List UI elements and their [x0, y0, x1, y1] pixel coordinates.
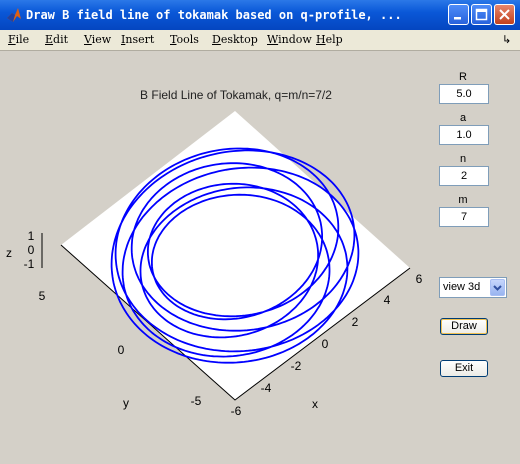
draw-button[interactable]: Draw [440, 318, 488, 335]
menu-insert[interactable]: Insert [121, 32, 154, 48]
view-select-value: view 3d [443, 281, 481, 293]
x-tick-label: 2 [352, 315, 359, 329]
plot-axes[interactable]: B Field Line of Tokamak, q=m/n=7/2 -6 -4… [0, 51, 430, 436]
r-label: R [459, 71, 467, 83]
m-input[interactable] [439, 207, 489, 227]
y-tick-label: -5 [191, 394, 202, 408]
menu-tools[interactable]: Tools [170, 32, 199, 48]
x-tick-label: -2 [291, 359, 302, 373]
menu-bar: File Edit View Insert Tools Desktop Wind… [0, 30, 520, 51]
exit-button[interactable]: Exit [440, 360, 488, 377]
x-tick-label: 6 [416, 272, 423, 286]
x-tick-label: -4 [261, 381, 272, 395]
menu-view[interactable]: View [84, 32, 111, 48]
window-title: Draw B field line of tokamak based on q-… [26, 8, 402, 22]
plot-title: B Field Line of Tokamak, q=m/n=7/2 [140, 88, 332, 102]
z-axis: 1 0 -1 z [6, 229, 35, 271]
matlab-icon [7, 8, 21, 22]
x-tick-label: 4 [384, 293, 391, 307]
close-button[interactable] [494, 4, 515, 25]
x-tick-label: -6 [231, 404, 242, 418]
x-tick-label: 0 [322, 337, 329, 351]
y-axis-label: y [123, 396, 129, 410]
r-input[interactable] [439, 84, 489, 104]
z-tick-label: -1 [24, 257, 35, 271]
title-bar[interactable]: Draw B field line of tokamak based on q-… [0, 0, 520, 30]
maximize-button[interactable] [471, 4, 492, 25]
n-label: n [459, 153, 467, 165]
view-select[interactable]: view 3d [439, 277, 507, 298]
z-axis-label: z [6, 246, 12, 260]
a-input[interactable] [439, 125, 489, 145]
minimize-button[interactable] [448, 4, 469, 25]
figure-window: Draw B field line of tokamak based on q-… [0, 0, 520, 464]
z-tick-label: 1 [28, 229, 35, 243]
z-tick-label: 0 [28, 243, 35, 257]
dock-arrow-icon[interactable]: ↳ [502, 33, 511, 46]
menu-file[interactable]: File [8, 32, 29, 48]
menu-help[interactable]: Help [316, 32, 343, 48]
close-icon [499, 9, 510, 20]
n-input[interactable] [439, 166, 489, 186]
x-axis-label: x [312, 397, 318, 411]
chevron-down-icon[interactable] [490, 279, 505, 296]
m-label: m [458, 194, 468, 206]
menu-desktop[interactable]: Desktop [212, 32, 258, 48]
maximize-icon [475, 8, 488, 21]
y-tick-label: 0 [118, 343, 125, 357]
menu-window[interactable]: Window [267, 32, 312, 48]
minimize-icon [454, 17, 461, 20]
menu-edit[interactable]: Edit [45, 32, 68, 48]
y-tick-label: 5 [39, 289, 46, 303]
a-label: a [459, 112, 467, 124]
